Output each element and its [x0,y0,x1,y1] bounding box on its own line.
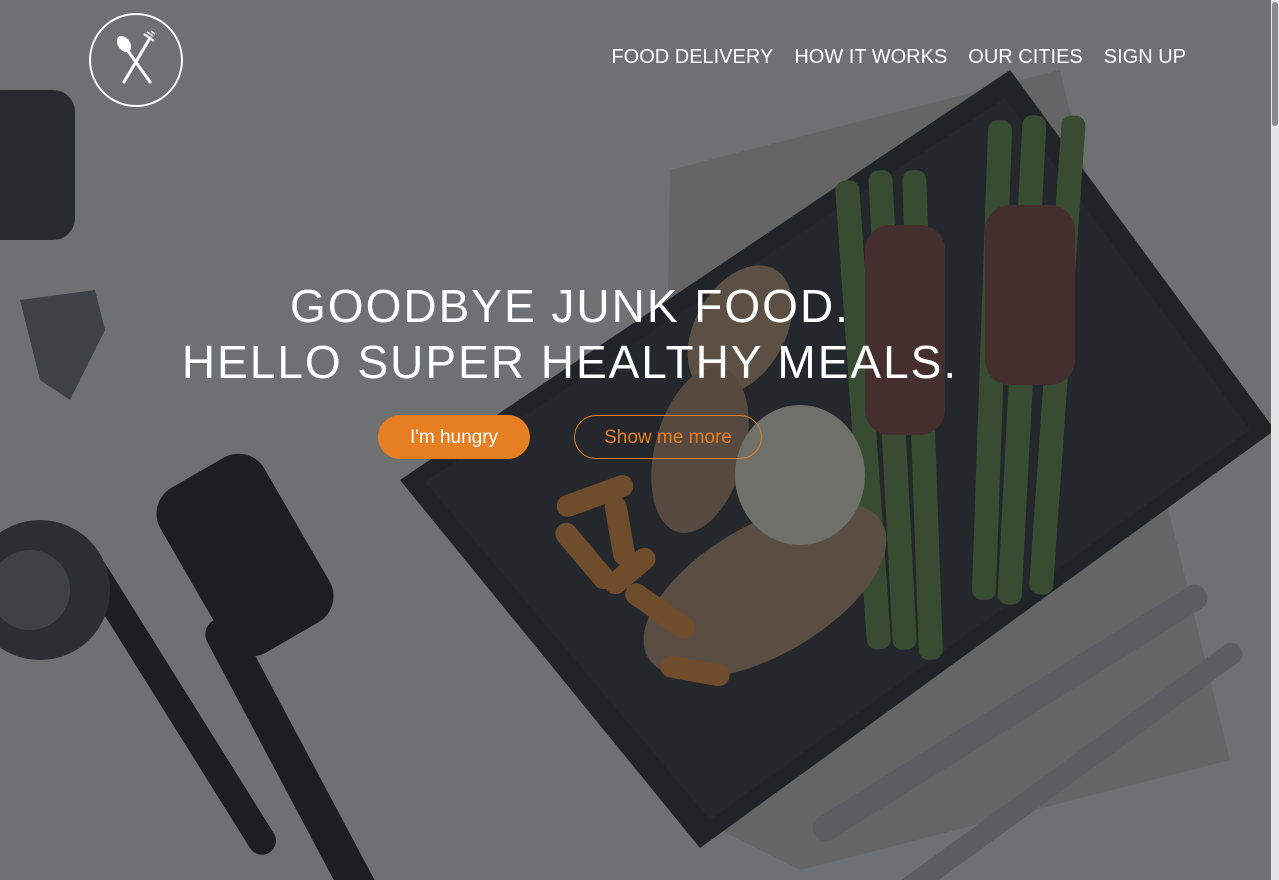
nav-item-food-delivery: Food delivery [611,43,773,71]
hero-headline-line-1: Goodbye junk food. [290,280,850,332]
show-me-more-button[interactable]: Show me more [574,415,762,459]
main-nav: Food delivery How it works Our cities Si… [611,43,1186,71]
nav-item-sign-up: Sign up [1104,43,1186,71]
hero-headline: Goodbye junk food. Hello super healthy m… [0,278,1140,390]
omnifood-logo-icon [89,13,183,107]
nav-item-how-it-works: How it works [794,43,947,71]
nav-item-our-cities: Our cities [968,43,1082,71]
page-scrollbar[interactable] [1271,0,1279,880]
nav-link-food-delivery[interactable]: Food delivery [611,43,773,71]
scrollbar-thumb[interactable] [1272,2,1278,126]
nav-link-our-cities[interactable]: Our cities [968,43,1082,71]
nav-link-sign-up[interactable]: Sign up [1104,43,1186,71]
omnifood-logo[interactable] [88,12,184,108]
nav-link-how-it-works[interactable]: How it works [794,43,947,71]
hero-headline-line-2: Hello super healthy meals. [181,336,959,388]
im-hungry-button[interactable]: I'm hungry [378,415,530,459]
